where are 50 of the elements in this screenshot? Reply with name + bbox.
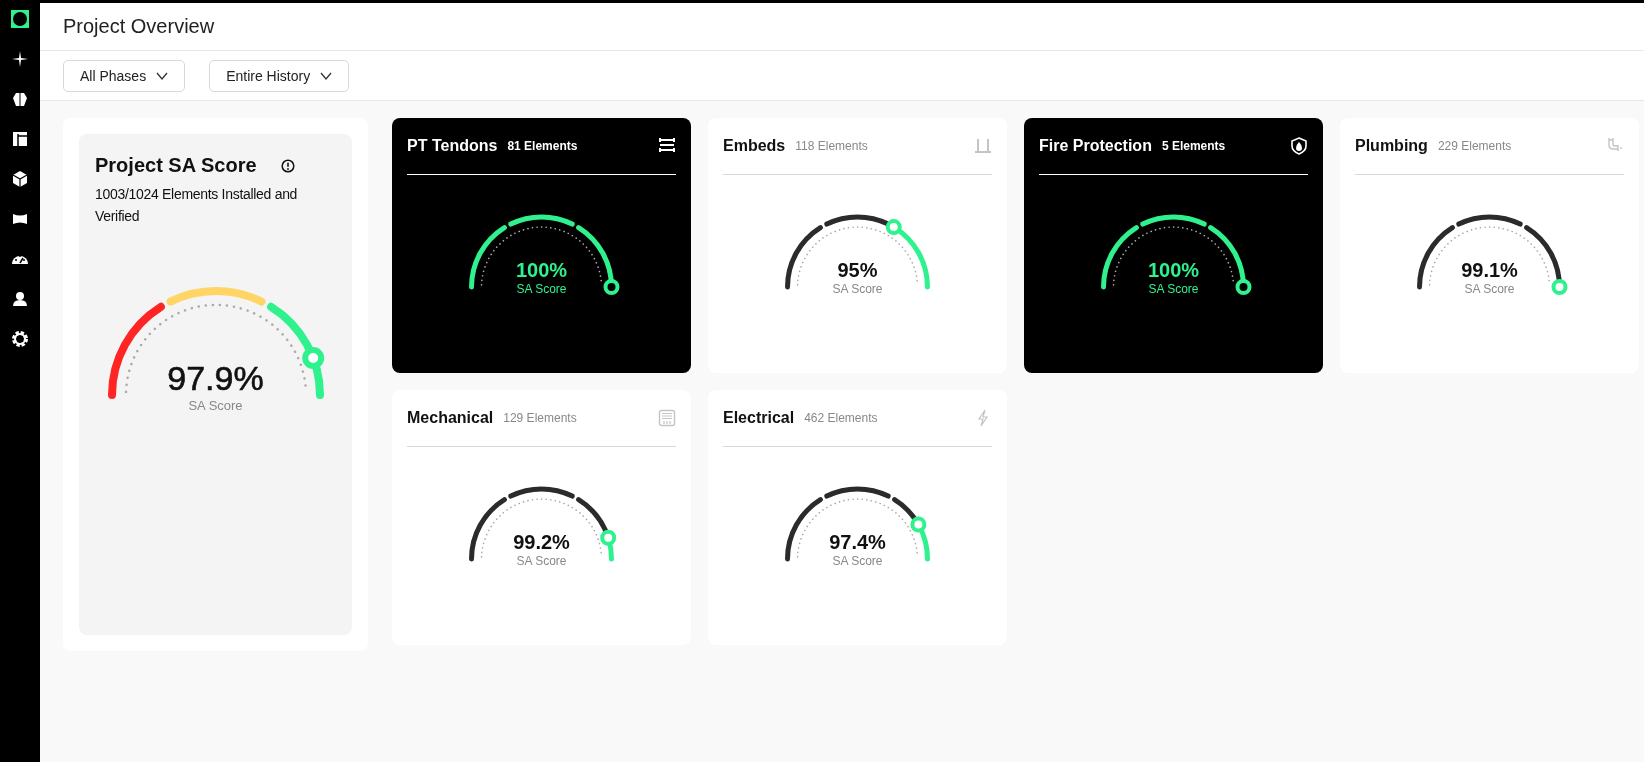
bars-icon (658, 137, 676, 155)
category-card[interactable]: Fire Protection 5 Elements 100% SA Score (1024, 118, 1323, 373)
score-value: 95% (837, 259, 878, 282)
panel-subtitle: 1003/1024 Elements Installed and Verified (95, 185, 299, 226)
gem-icon[interactable] (11, 90, 29, 108)
info-icon[interactable] (280, 158, 295, 173)
cube-icon[interactable] (11, 170, 29, 188)
score-caption: SA Score (832, 282, 883, 296)
element-count: 5 Elements (1161, 139, 1226, 153)
element-count: 118 Elements (795, 139, 868, 153)
score-caption: SA Score (1148, 282, 1199, 296)
score-caption: SA Score (188, 398, 243, 413)
chevron-down-icon (156, 71, 169, 80)
score-caption: SA Score (1464, 282, 1515, 296)
category-card[interactable]: Electrical 462 Elements 97.4% SA Score (708, 390, 1007, 645)
score-caption: SA Score (832, 554, 883, 568)
shield-fire-icon (1290, 137, 1308, 155)
user-icon[interactable] (11, 290, 29, 308)
card-title: Electrical (723, 409, 795, 427)
score-value: 99.2% (513, 531, 570, 554)
card-title: Embeds (723, 137, 786, 155)
score-value: 100% (1147, 259, 1200, 282)
card-title: Mechanical (407, 409, 494, 427)
category-card[interactable]: Plumbing 229 Elements 99.1% SA Score (1340, 118, 1639, 373)
settings-icon[interactable] (11, 330, 29, 348)
logo-icon[interactable] (11, 10, 29, 28)
category-card[interactable]: Mechanical 129 Elements 99.2% SA Score (392, 390, 691, 645)
bracket-icon (974, 137, 992, 155)
score-value: 97.4% (829, 531, 886, 554)
score-value: 100% (515, 259, 568, 282)
page-title: Project Overview (63, 15, 215, 38)
layout-icon[interactable] (11, 130, 29, 148)
vent-icon (658, 409, 676, 427)
filter-dropdown[interactable]: All Phases (63, 59, 186, 92)
score-caption: SA Score (516, 282, 567, 296)
element-count: 229 Elements (1437, 139, 1512, 153)
category-card[interactable]: Embeds 118 Elements 95% SA Score (708, 118, 1007, 373)
card-title: PT Tendons (407, 137, 498, 155)
chevron-down-icon (320, 71, 333, 80)
element-count: 81 Elements (507, 139, 578, 153)
card-title: Plumbing (1355, 137, 1428, 155)
score-value: 97.9% (167, 359, 264, 398)
element-count: 129 Elements (503, 411, 577, 425)
score-value: 99.1% (1461, 259, 1518, 282)
score-caption: SA Score (516, 554, 567, 568)
category-card[interactable]: PT Tendons 81 Elements 100% SA Score (392, 118, 691, 373)
panel-title: Project SA Score (95, 154, 257, 177)
card-title: Fire Protection (1039, 137, 1152, 155)
filter-dropdown[interactable]: Entire History (209, 59, 350, 92)
element-count: 462 Elements (804, 411, 878, 425)
